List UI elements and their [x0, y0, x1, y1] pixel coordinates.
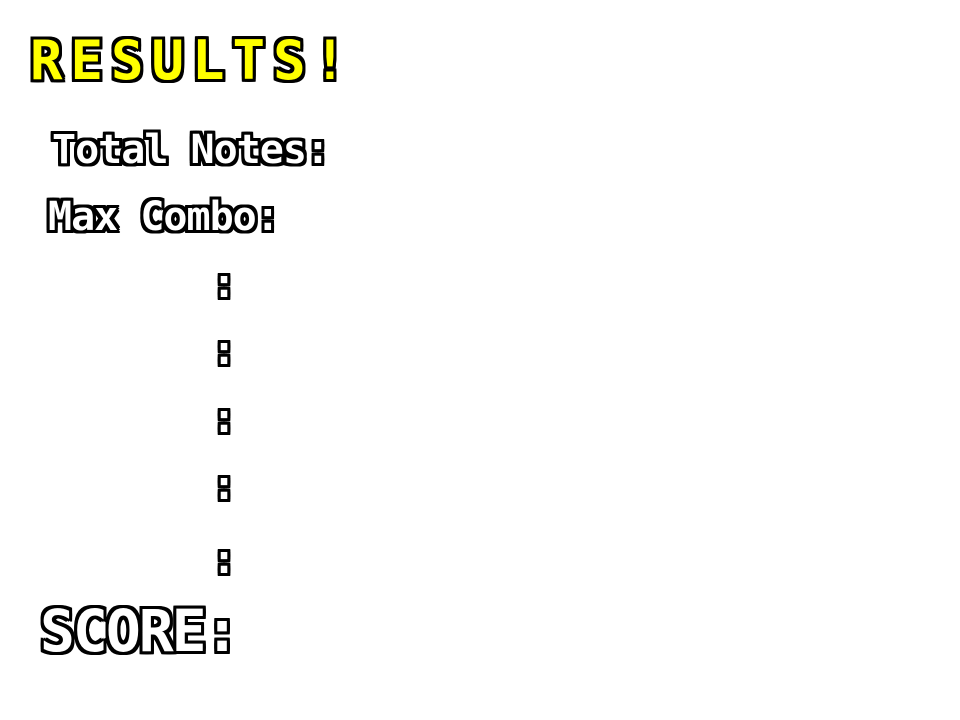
judgement-row: :: [0, 466, 960, 506]
max-combo-label: Max Combo:: [48, 194, 280, 240]
judgement-row: :: [0, 331, 960, 371]
judgement-row: :: [0, 540, 960, 580]
judgement-colon: :: [212, 463, 237, 509]
judgement-colon: :: [212, 537, 237, 583]
results-title: RESULTS!: [30, 29, 355, 92]
judgement-colon: :: [212, 328, 237, 374]
judgement-colon: :: [212, 396, 237, 442]
results-screen: RESULTS! Total Notes: Max Combo: : : : :…: [0, 0, 960, 720]
judgement-row: :: [0, 264, 960, 304]
total-notes-label: Total Notes:: [52, 127, 330, 173]
judgement-row: :: [0, 399, 960, 439]
judgement-colon: :: [212, 261, 237, 307]
score-label: SCORE:: [40, 597, 240, 665]
